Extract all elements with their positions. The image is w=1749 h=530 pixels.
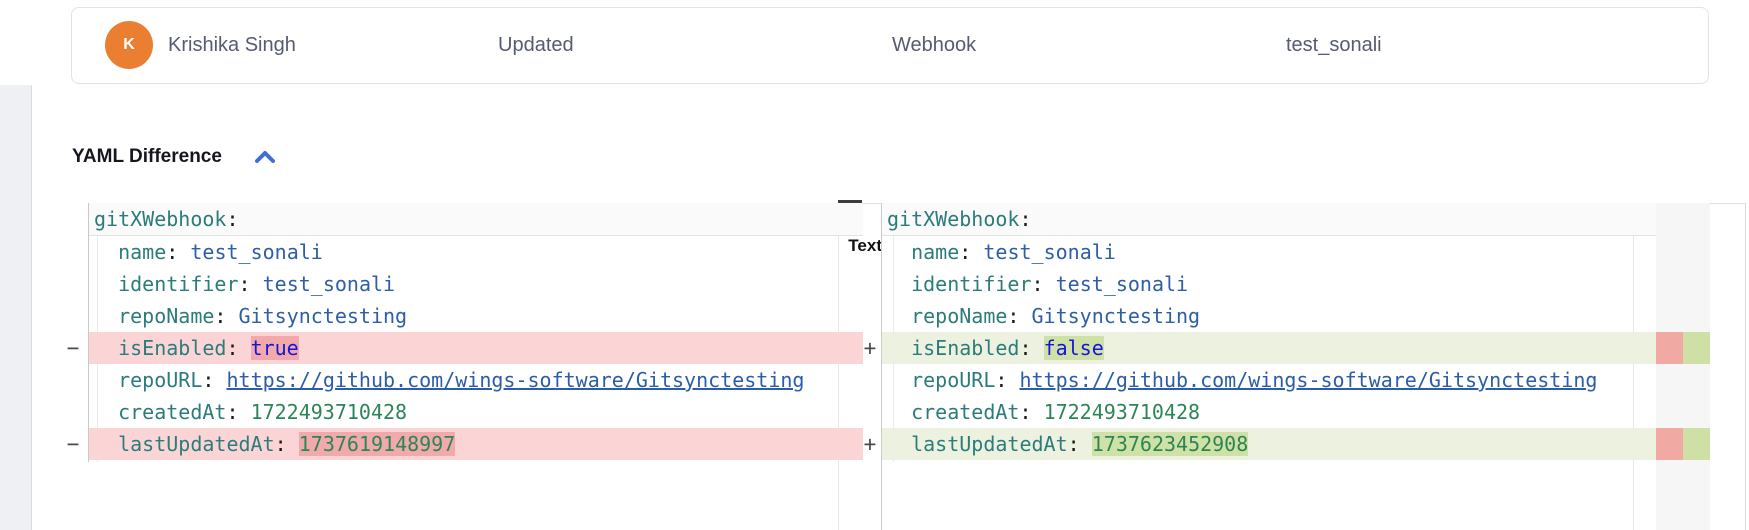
yaml-value: true <box>251 336 299 360</box>
diff-line: lastUpdatedAt: 1737619148997 <box>89 428 863 460</box>
chevron-up-icon[interactable] <box>254 148 276 166</box>
diff-line: repoURL: https://github.com/wings-softwa… <box>89 364 863 396</box>
yaml-key: gitXWebhook <box>94 207 226 231</box>
ruler-removed-mark <box>1656 428 1683 460</box>
repo-url-link[interactable]: https://github.com/wings-software/Gitsyn… <box>226 368 804 392</box>
audit-action: Updated <box>498 8 574 83</box>
yaml-key: repoName <box>911 304 1007 328</box>
yaml-value: test_sonali <box>263 272 395 296</box>
repo-url-link[interactable]: https://github.com/wings-software/Gitsyn… <box>1019 368 1597 392</box>
yaml-value: test_sonali <box>983 240 1115 264</box>
audit-resource-type: Webhook <box>892 8 976 83</box>
diff-line: repoURL: https://github.com/wings-softwa… <box>882 364 1656 396</box>
added-line-marker: + <box>857 428 883 460</box>
avatar: K <box>105 21 153 69</box>
diff-pane-modified[interactable]: gitXWebhook: name: test_sonali identifie… <box>882 203 1656 530</box>
yaml-key: createdAt <box>118 400 226 424</box>
diff-line: createdAt: 1722493710428 <box>882 396 1656 428</box>
yaml-key: identifier <box>911 272 1031 296</box>
diff-line: lastUpdatedAt: 1737623452908 <box>882 428 1656 460</box>
yaml-key: repoURL <box>911 368 995 392</box>
yaml-key: lastUpdatedAt <box>911 432 1068 456</box>
audit-row[interactable]: K Krishika Singh Updated Webhook test_so… <box>71 7 1709 84</box>
added-line-marker: + <box>857 332 883 364</box>
ruler-added-mark <box>1683 332 1710 364</box>
diff-line: isEnabled: true <box>89 332 863 364</box>
diff-line: gitXWebhook: <box>882 203 1656 236</box>
ruler-removed-mark <box>1656 332 1683 364</box>
yaml-value: 1737623452908 <box>1092 432 1249 456</box>
diff-line: identifier: test_sonali <box>89 268 863 300</box>
yaml-value: 1722493710428 <box>1044 400 1201 424</box>
yaml-diff-viewer: Text −− gitXWebhook: name: test_sonali i… <box>0 203 1749 530</box>
yaml-value: 1737619148997 <box>299 432 456 456</box>
diff-line: isEnabled: false <box>882 332 1656 364</box>
yaml-difference-title: YAML Difference <box>72 146 222 168</box>
yaml-value: test_sonali <box>1056 272 1188 296</box>
yaml-value: Gitsynctesting <box>239 304 408 328</box>
removed-line-marker: − <box>60 428 86 460</box>
yaml-key: isEnabled <box>118 336 226 360</box>
diff-line: gitXWebhook: <box>89 203 863 236</box>
yaml-key: identifier <box>118 272 238 296</box>
yaml-value: 1722493710428 <box>251 400 408 424</box>
yaml-value: Gitsynctesting <box>1032 304 1201 328</box>
diff-line: name: test_sonali <box>89 236 863 268</box>
diff-right-edge <box>1745 203 1746 530</box>
diff-line: repoName: Gitsynctesting <box>89 300 863 332</box>
yaml-key: isEnabled <box>911 336 1019 360</box>
diff-pane-original[interactable]: gitXWebhook: name: test_sonali identifie… <box>89 203 863 530</box>
yaml-key: name <box>118 240 166 264</box>
avatar-initial: K <box>123 36 135 54</box>
yaml-key: repoURL <box>118 368 202 392</box>
yaml-value: test_sonali <box>190 240 322 264</box>
ruler-added-mark <box>1683 428 1710 460</box>
audit-detail-page: K Krishika Singh Updated Webhook test_so… <box>0 0 1749 530</box>
audit-resource-name: test_sonali <box>1286 8 1382 83</box>
yaml-key: repoName <box>118 304 214 328</box>
yaml-value: false <box>1044 336 1104 360</box>
removed-line-marker: − <box>60 332 86 364</box>
yaml-key: name <box>911 240 959 264</box>
yaml-key: lastUpdatedAt <box>118 432 275 456</box>
yaml-key: gitXWebhook <box>887 207 1019 231</box>
overview-ruler[interactable] <box>1656 203 1710 530</box>
diff-line: repoName: Gitsynctesting <box>882 300 1656 332</box>
diff-line: name: test_sonali <box>882 236 1656 268</box>
audit-user: Krishika Singh <box>168 8 296 83</box>
diff-line: createdAt: 1722493710428 <box>89 396 863 428</box>
yaml-key: createdAt <box>911 400 1019 424</box>
diff-line: identifier: test_sonali <box>882 268 1656 300</box>
